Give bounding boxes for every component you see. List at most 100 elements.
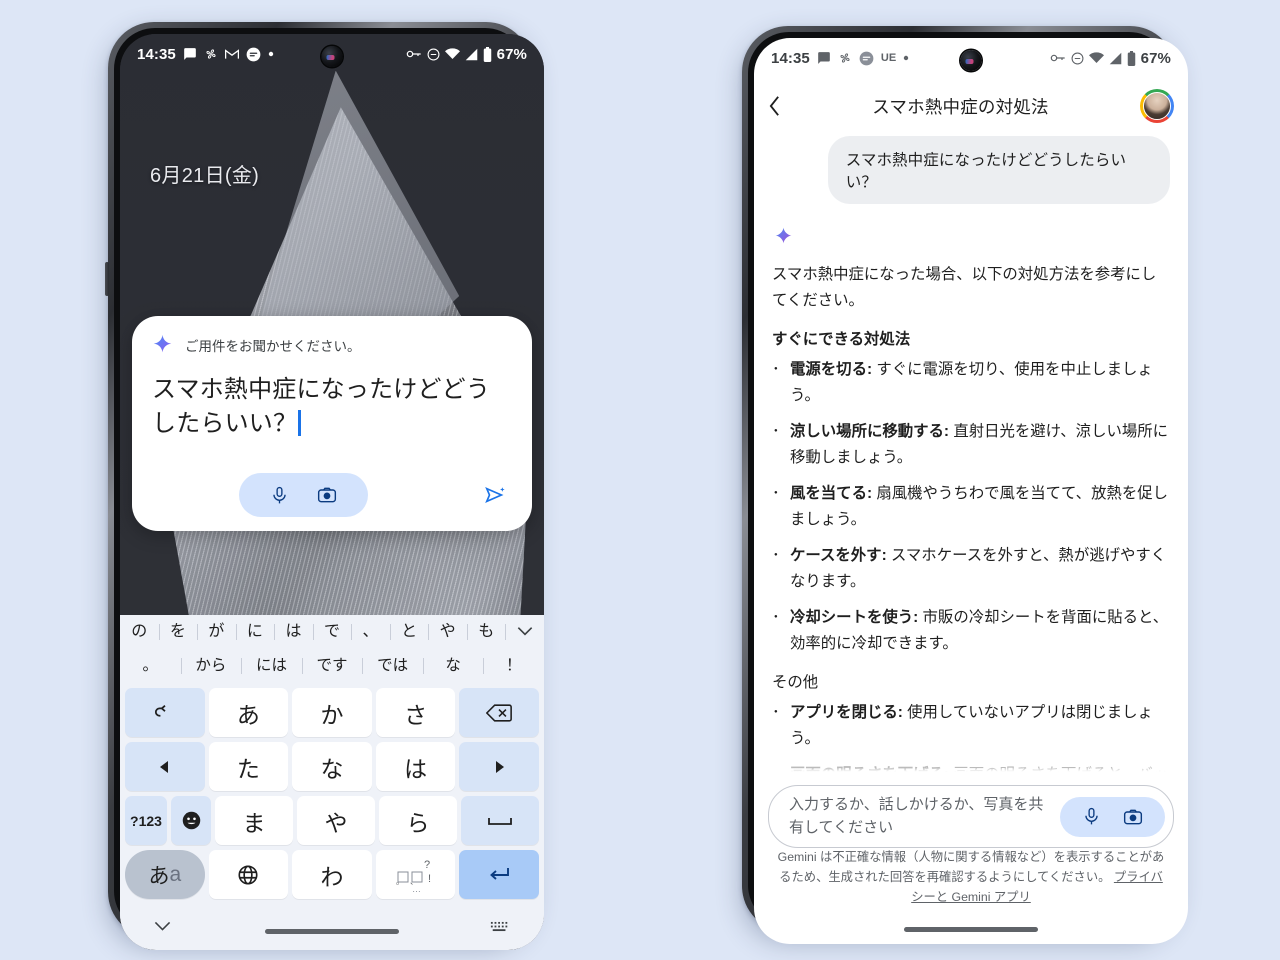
svg-text:…: … <box>412 884 421 894</box>
left-phone-device: 14:35 67% 6月21日(金) ご用件をお聞かせください。 スマホ熱中症に… <box>105 22 544 950</box>
assistant-text-input[interactable]: スマホ熱中症になったけどどうしたらいい？ <box>152 373 512 441</box>
suggestion-chip[interactable]: ！ <box>483 658 544 674</box>
key-ya[interactable]: や <box>297 796 375 845</box>
keyboard-switch-icon[interactable] <box>490 920 510 933</box>
back-chevron-icon[interactable] <box>768 95 781 117</box>
do-not-disturb-icon <box>1071 52 1084 65</box>
bullet-icon: ･ <box>772 422 780 440</box>
suggestion-chip[interactable]: には <box>241 658 302 674</box>
battery-icon <box>1127 50 1136 66</box>
left-phone-screen: 14:35 67% 6月21日(金) ご用件をお聞かせください。 スマホ熱中症に… <box>120 34 544 950</box>
composer-actions-pill <box>1060 796 1165 837</box>
undo-key[interactable] <box>125 688 205 737</box>
globe-key[interactable] <box>208 850 289 899</box>
gmail-icon <box>224 48 239 60</box>
japanese-keyboard: の を が に は で 、 と や も 。 から には です では な ！ あ … <box>120 615 544 950</box>
microphone-icon[interactable] <box>1074 806 1109 827</box>
status-clock: 14:35 <box>137 45 176 63</box>
key-ha[interactable]: は <box>375 742 456 791</box>
suggestion-chip[interactable]: です <box>302 658 363 674</box>
suggestion-chip[interactable]: に <box>236 623 275 640</box>
assistant-action-bar <box>152 473 512 518</box>
chevron-down-icon[interactable] <box>505 624 544 640</box>
vpn-key-icon <box>406 49 422 59</box>
keyboard-nav-bar <box>120 904 544 948</box>
suggestion-chip[interactable]: を <box>159 623 198 640</box>
text-caret <box>298 410 301 437</box>
avatar[interactable] <box>1140 89 1174 123</box>
suggestion-chip[interactable]: 、 <box>351 623 390 640</box>
status-bar-right-group: 67% <box>406 46 527 63</box>
vpn-key-icon <box>1050 53 1066 63</box>
suggestion-chip[interactable]: が <box>197 623 236 640</box>
wifi-icon <box>1088 52 1104 64</box>
list-item-term: 電源を切る: <box>790 360 873 378</box>
suggestion-chip[interactable]: や <box>428 623 467 640</box>
bullet-icon: ･ <box>772 546 780 564</box>
list-item: ･電源を切る: すぐに電源を切り、使用を中止しましょう。 <box>772 357 1170 410</box>
key-ma[interactable]: ま <box>215 796 293 845</box>
suggestion-chip[interactable]: で <box>313 623 352 640</box>
bullet-icon: ･ <box>772 484 780 502</box>
cursor-right-key[interactable] <box>459 742 539 791</box>
signal-icon <box>1109 52 1122 65</box>
key-ra[interactable]: ら <box>379 796 457 845</box>
composer-input[interactable]: 入力するか、話しかけるか、写真を共有してください <box>789 794 1060 839</box>
suggestion-chip[interactable]: と <box>390 623 429 640</box>
key-ta[interactable]: た <box>208 742 289 791</box>
suggestion-chip[interactable]: は <box>274 623 313 640</box>
camera-icon[interactable] <box>308 482 346 508</box>
subtitles-icon <box>859 51 874 66</box>
gemini-sparkle-icon <box>774 226 1170 250</box>
signal-icon <box>465 48 478 61</box>
home-indicator[interactable] <box>904 927 1038 932</box>
microphone-icon[interactable] <box>261 483 298 508</box>
pinwheel-icon <box>838 51 852 65</box>
suggestion-chip[interactable]: 。 <box>120 658 181 674</box>
punctuation-key: ? 。 、 ! … <box>375 850 456 899</box>
composer-bar[interactable]: 入力するか、話しかけるか、写真を共有してください <box>768 785 1174 848</box>
send-icon[interactable] <box>454 484 512 506</box>
key-sa[interactable]: さ <box>375 688 456 737</box>
cursor-left-key[interactable] <box>125 742 205 791</box>
right-phone-device: 14:35 UE 67% スマホ熱中症の対処法 スマホ熱中症になったけどどうした… <box>742 26 1188 944</box>
list-item: ･アプリを閉じる: 使用していないアプリは閉じましょう。 <box>772 700 1170 753</box>
battery-percent-label: 67% <box>1140 49 1171 67</box>
battery-percent-label: 67% <box>496 45 527 63</box>
assistant-input-value: スマホ熱中症になったけどどうしたらいい？ <box>152 376 491 438</box>
suggestion-chip[interactable]: から <box>181 658 242 674</box>
keyboard-row: た な は <box>122 742 542 796</box>
keyboard-row: ?123 ま や ら <box>122 796 542 850</box>
chat-transcript: スマホ熱中症になったけどどうしたらいい？ スマホ熱中症になった場合、以下の対処方… <box>754 134 1188 774</box>
backspace-key[interactable] <box>459 688 539 737</box>
suggestion-chip[interactable]: の <box>120 623 159 640</box>
suggestion-chip[interactable]: も <box>467 623 506 640</box>
wifi-icon <box>444 48 460 60</box>
status-bar-left-group: 14:35 <box>137 46 274 63</box>
key-wa[interactable]: わ <box>292 850 372 899</box>
mode-alpha-label: a <box>169 862 182 886</box>
suggestion-chip[interactable]: な <box>423 658 484 674</box>
key-na[interactable]: な <box>292 742 372 791</box>
status-clock: 14:35 <box>771 49 810 67</box>
assistant-hint-text: ご用件をお聞かせください。 <box>185 338 361 354</box>
emoji-key[interactable] <box>171 796 211 845</box>
left-phone-side-button[interactable] <box>105 262 109 296</box>
symbols-key[interactable]: ?123 <box>125 796 167 845</box>
input-mode-switch-key[interactable]: あa <box>125 850 205 899</box>
enter-key[interactable] <box>459 850 539 899</box>
space-key[interactable] <box>461 796 539 845</box>
key-a[interactable]: あ <box>208 688 289 737</box>
camera-icon[interactable] <box>1115 806 1151 828</box>
assistant-card-header: ご用件をお聞かせください。 <box>152 334 512 355</box>
suggestion-row-1: の を が に は で 、 と や も <box>120 615 544 648</box>
gemini-sparkle-icon <box>152 334 173 355</box>
dot-icon <box>903 55 909 61</box>
key-ka[interactable]: か <box>292 688 372 737</box>
suggestion-chip[interactable]: では <box>362 658 423 674</box>
list-item: ･涼しい場所に移動する: 直射日光を避け、涼しい場所に移動しましょう。 <box>772 419 1170 472</box>
bullet-icon: ･ <box>772 703 780 721</box>
chevron-down-icon[interactable] <box>154 921 171 931</box>
list-item-term: 冷却シートを使う: <box>790 608 919 626</box>
home-indicator[interactable] <box>265 929 399 934</box>
